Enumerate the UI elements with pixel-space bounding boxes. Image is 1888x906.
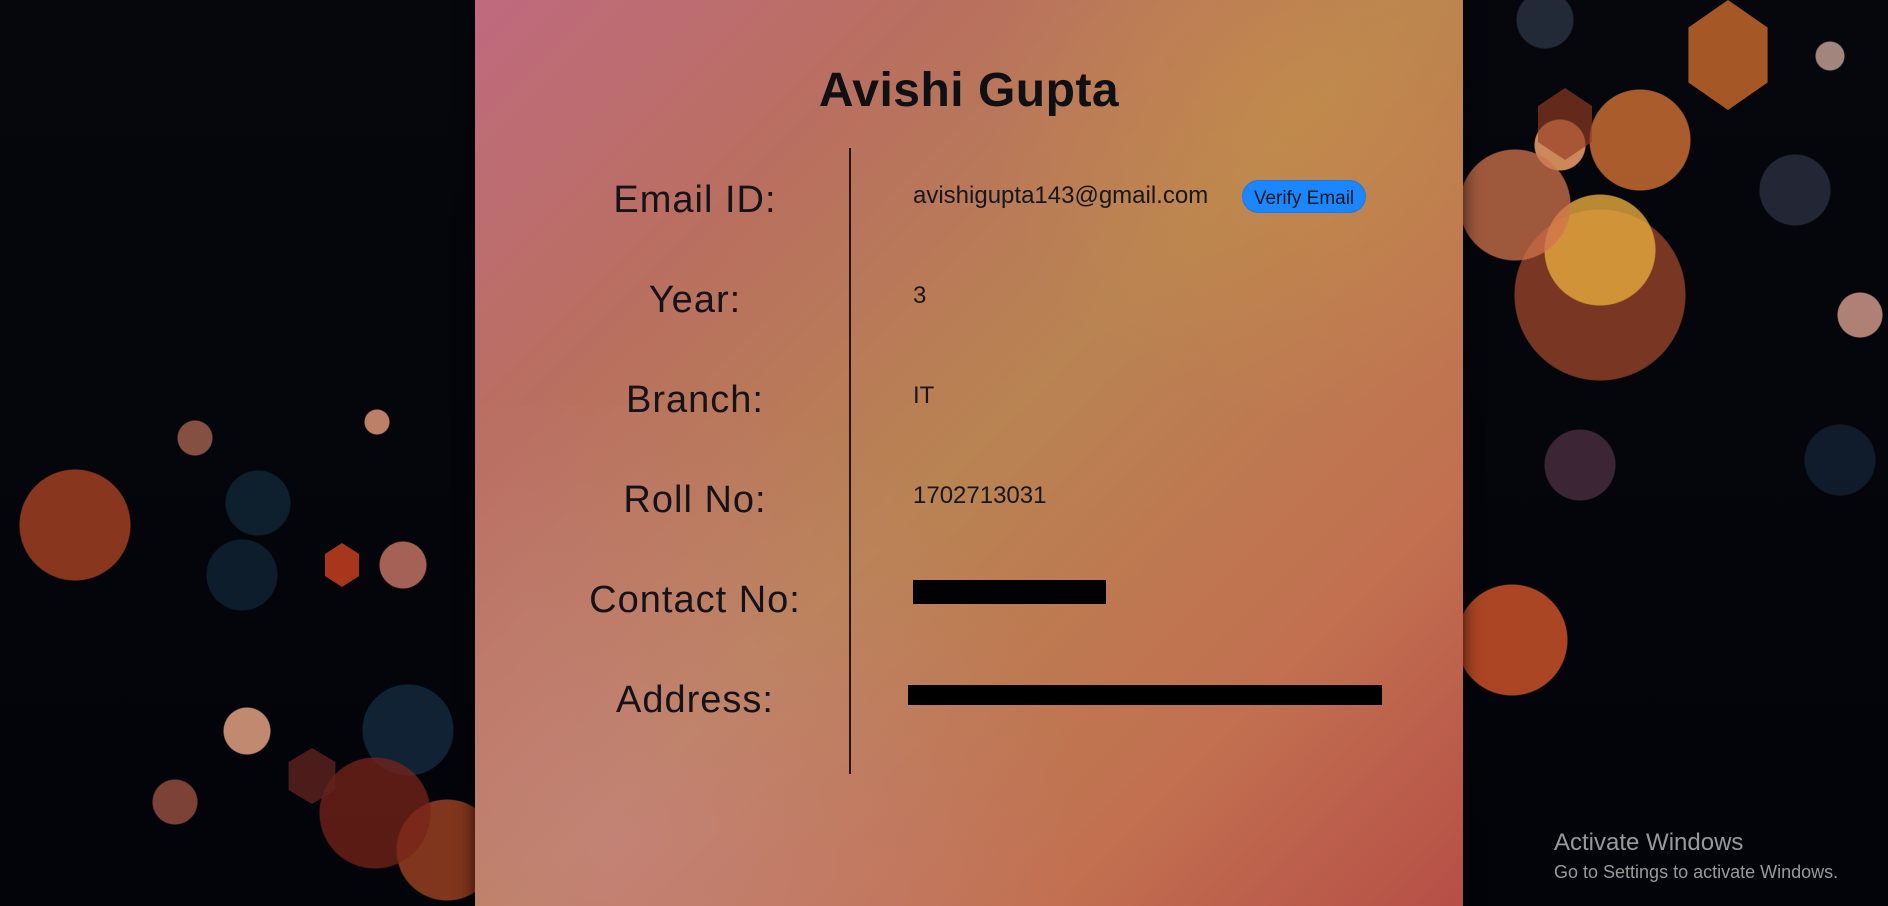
activation-title: Activate Windows	[1554, 829, 1744, 856]
contact-number-label: Contact No:	[589, 579, 801, 621]
activation-subtitle: Go to Settings to activate Windows.	[1554, 862, 1839, 882]
decorative-hexagon-left-lower	[288, 748, 336, 804]
email-label: Email ID:	[613, 179, 777, 221]
address-redaction	[908, 685, 1382, 705]
address-label: Address:	[616, 679, 774, 721]
year-value: 3	[913, 282, 927, 309]
decorative-hexagon-right	[1688, 0, 1768, 110]
decorative-hexagon-right-small	[1538, 88, 1592, 160]
roll-number-label: Roll No:	[623, 479, 767, 521]
profile-name: Avishi Gupta	[818, 64, 1120, 118]
year-label: Year:	[648, 279, 742, 321]
contact-number-redaction	[913, 580, 1106, 604]
profile-card: Avishi Gupta Email ID: Year: Branch: Rol…	[475, 0, 1463, 906]
decorative-hexagon-left	[324, 543, 360, 587]
roll-number-value: 1702713031	[913, 482, 1047, 509]
branch-value: IT	[913, 382, 935, 409]
windows-activation-watermark: Activate Windows Go to Settings to activ…	[1554, 827, 1874, 884]
branch-label: Branch:	[626, 379, 764, 421]
email-value: avishigupta143@gmail.com	[913, 182, 1209, 209]
verify-email-button[interactable]: Verify Email	[1242, 180, 1366, 213]
desktop-background: Avishi Gupta Email ID: Year: Branch: Rol…	[0, 0, 1888, 906]
